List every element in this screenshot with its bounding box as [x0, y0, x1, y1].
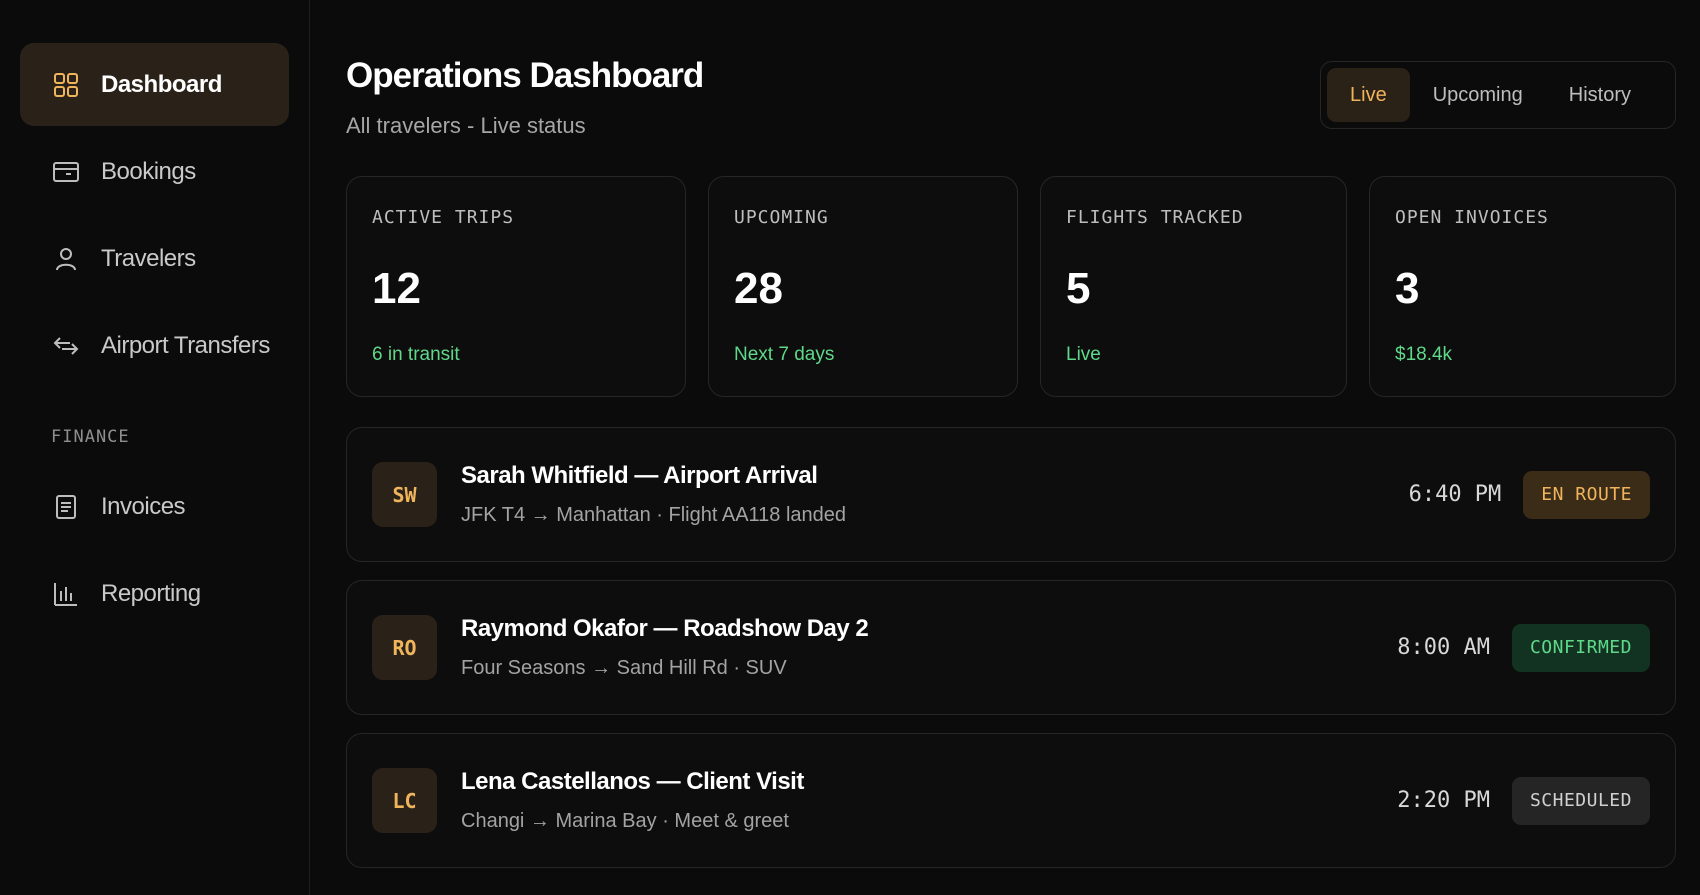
stat-label: OPEN INVOICES	[1395, 207, 1549, 228]
stat-value: 3	[1395, 264, 1420, 313]
sidebar-item-travelers[interactable]: Travelers	[20, 217, 289, 300]
avatar: SW	[372, 462, 437, 527]
bar-chart-icon	[51, 579, 81, 609]
stat-value: 28	[734, 264, 783, 313]
sidebar-item-label: Bookings	[101, 157, 196, 185]
trip-time: 6:40 PM	[1408, 482, 1502, 507]
document-icon	[51, 492, 81, 522]
stat-note: 6 in transit	[372, 344, 460, 365]
stat-note: $18.4k	[1395, 344, 1453, 365]
tab-live[interactable]: Live	[1327, 68, 1410, 122]
card-icon	[51, 157, 81, 187]
status-badge: SCHEDULED	[1511, 776, 1650, 825]
sidebar: Dashboard Bookings Travelers Airport Tra…	[0, 0, 310, 895]
page-subtitle: All travelers - Live status	[346, 113, 586, 138]
sidebar-item-label: Airport Transfers	[101, 331, 270, 359]
trip-details: Raymond Okafor — Roadshow Day 2 Four Sea…	[461, 615, 1397, 680]
stat-note: Live	[1066, 344, 1101, 365]
transfer-icon	[51, 331, 81, 361]
trip-time: 8:00 AM	[1397, 635, 1490, 660]
stat-card-open-invoices: OPEN INVOICES 3 $18.4k	[1369, 176, 1676, 397]
stat-value: 12	[372, 264, 421, 313]
trip-title: Raymond Okafor — Roadshow Day 2	[461, 615, 869, 642]
stats-row: ACTIVE TRIPS 12 6 in transit UPCOMING 28…	[346, 176, 1676, 397]
stat-label: FLIGHTS TRACKED	[1066, 207, 1244, 228]
sidebar-item-bookings[interactable]: Bookings	[20, 130, 289, 213]
sidebar-item-label: Dashboard	[101, 70, 222, 98]
sidebar-item-label: Invoices	[101, 492, 186, 520]
trip-title: Lena Castellanos — Client Visit	[461, 768, 804, 795]
stat-card-upcoming: UPCOMING 28 Next 7 days	[708, 176, 1018, 397]
finance-section-label: FINANCE	[51, 427, 130, 447]
sidebar-item-label: Travelers	[101, 244, 196, 272]
user-icon	[51, 244, 81, 274]
trip-details: Sarah Whitfield — Airport Arrival JFK T4…	[461, 462, 1409, 527]
trip-row[interactable]: SW Sarah Whitfield — Airport Arrival JFK…	[346, 427, 1676, 562]
trip-details: Lena Castellanos — Client Visit Changi →…	[461, 768, 1397, 833]
trip-subtitle: Changi → Marina Bay · Meet & greet	[461, 810, 789, 832]
stat-note: Next 7 days	[734, 344, 835, 365]
page-title: Operations Dashboard	[346, 56, 704, 95]
stat-card-flights-tracked: FLIGHTS TRACKED 5 Live	[1040, 176, 1347, 397]
trip-subtitle: JFK T4 → Manhattan · Flight AA118 landed	[461, 504, 847, 526]
stat-label: UPCOMING	[734, 207, 829, 228]
stat-label: ACTIVE TRIPS	[372, 207, 515, 228]
sidebar-item-label: Reporting	[101, 579, 201, 607]
app: Dashboard Bookings Travelers Airport Tra…	[0, 0, 1700, 895]
status-badge: EN ROUTE	[1523, 470, 1650, 519]
sidebar-item-dashboard[interactable]: Dashboard	[20, 43, 289, 126]
sidebar-item-airport-transfers[interactable]: Airport Transfers	[20, 304, 289, 387]
avatar: LC	[372, 768, 437, 833]
tab-history[interactable]: History	[1546, 68, 1654, 122]
grid-icon	[51, 70, 81, 100]
sidebar-item-invoices[interactable]: Invoices	[20, 465, 289, 548]
trip-row[interactable]: LC Lena Castellanos — Client Visit Chang…	[346, 733, 1676, 868]
main-content: Operations Dashboard All travelers - Liv…	[310, 0, 1700, 895]
view-tabs: Live Upcoming History	[1320, 61, 1676, 129]
stat-card-active-trips: ACTIVE TRIPS 12 6 in transit	[346, 176, 686, 397]
status-badge: CONFIRMED	[1511, 623, 1650, 672]
tab-upcoming[interactable]: Upcoming	[1410, 68, 1546, 122]
trip-time: 2:20 PM	[1397, 788, 1490, 813]
page-header: Operations Dashboard All travelers - Liv…	[346, 0, 1676, 176]
trip-list: SW Sarah Whitfield — Airport Arrival JFK…	[346, 427, 1676, 868]
trip-subtitle: Four Seasons → Sand Hill Rd · SUV	[461, 657, 787, 679]
stat-value: 5	[1066, 264, 1091, 313]
trip-row[interactable]: RO Raymond Okafor — Roadshow Day 2 Four …	[346, 580, 1676, 715]
sidebar-item-reporting[interactable]: Reporting	[20, 552, 289, 635]
avatar: RO	[372, 615, 437, 680]
trip-title: Sarah Whitfield — Airport Arrival	[461, 462, 818, 489]
